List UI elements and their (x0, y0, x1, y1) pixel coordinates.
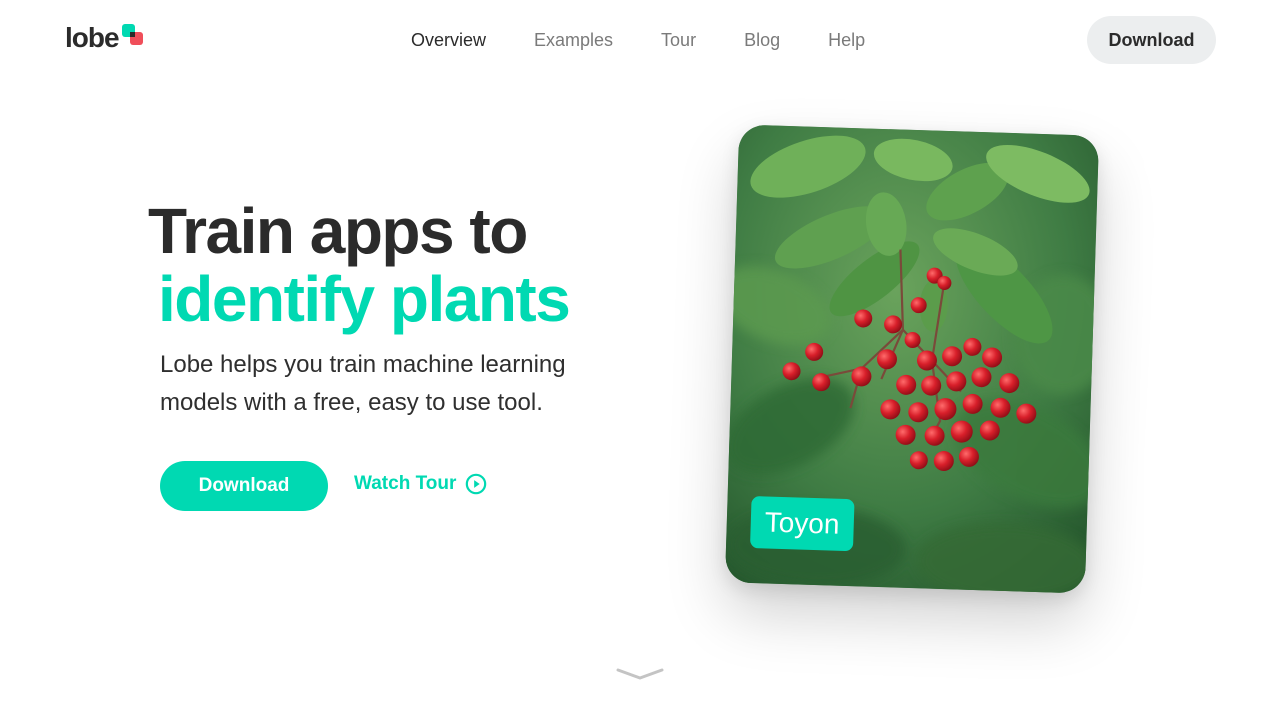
nav-item-examples[interactable]: Examples (534, 30, 613, 51)
headline-line-1: Train apps to (148, 195, 528, 267)
prediction-label: Toyon (749, 496, 855, 552)
hero-headline: Train apps to identify plants (148, 195, 571, 335)
headline-line-2: identify plants (158, 263, 571, 335)
logo-mark-icon (121, 24, 146, 48)
nav-item-overview[interactable]: Overview (411, 30, 486, 51)
nav-item-tour[interactable]: Tour (661, 30, 696, 51)
play-circle-icon (466, 473, 487, 495)
chevron-down-icon[interactable] (616, 664, 664, 684)
watch-tour-link[interactable]: Watch Tour (354, 473, 487, 495)
logo-text: lobe (65, 22, 120, 53)
logo[interactable]: lobe (65, 22, 146, 54)
plant-card: Toyon (724, 124, 1100, 594)
download-button[interactable]: Download (160, 461, 328, 511)
hero-subtitle: Lobe helps you train machine learning mo… (160, 351, 566, 416)
header-download-button[interactable]: Download (1087, 16, 1216, 64)
nav-item-help[interactable]: Help (828, 30, 865, 51)
nav-item-blog[interactable]: Blog (744, 30, 780, 51)
watch-tour-label: Watch Tour (354, 473, 457, 494)
main-nav: Overview Examples Tour Blog Help (411, 30, 913, 51)
